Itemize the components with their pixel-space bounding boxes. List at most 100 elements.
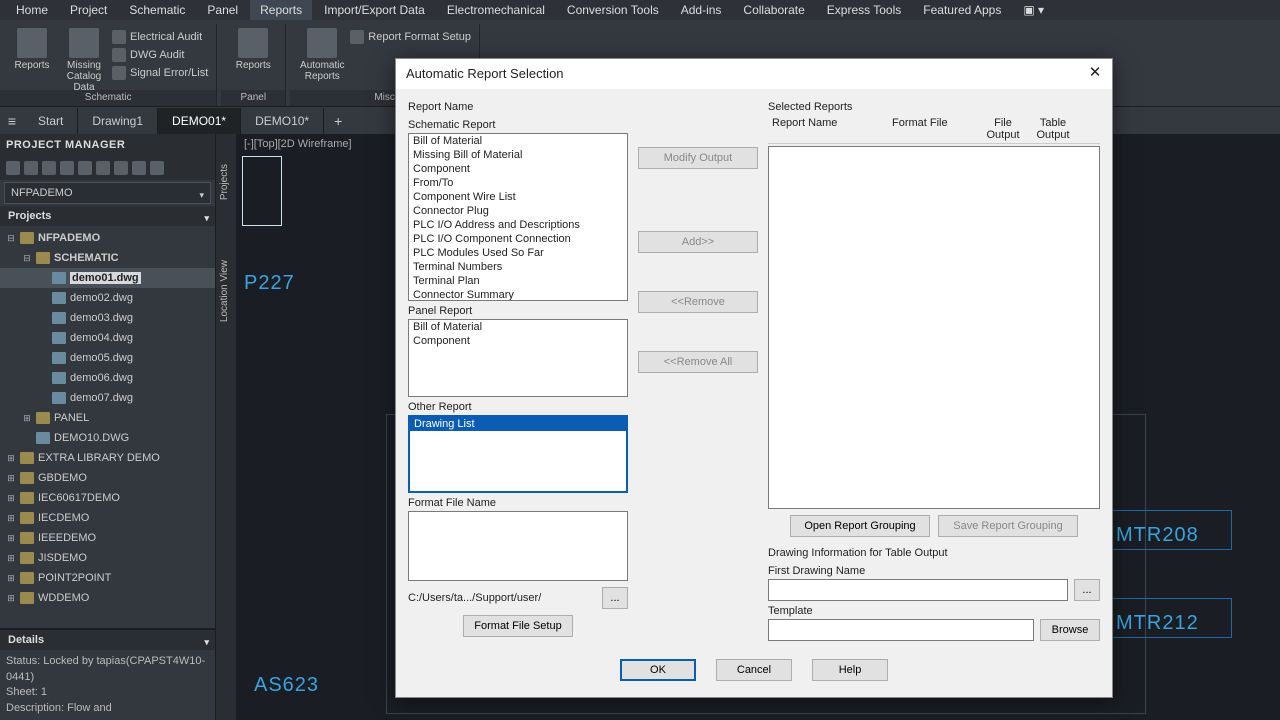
list-item[interactable]: PLC I/O Component Connection — [409, 232, 627, 246]
modify-output-button[interactable]: Modify Output — [638, 147, 758, 169]
panel-report-list[interactable]: Bill of MaterialComponent — [408, 319, 628, 397]
tool-icon[interactable] — [150, 161, 164, 175]
browse-button[interactable]: Browse — [1040, 619, 1100, 641]
menu-import-export-data[interactable]: Import/Export Data — [314, 0, 435, 20]
projects-section[interactable]: Projects — [0, 206, 215, 226]
tree-node[interactable]: demo05.dwg — [0, 348, 215, 368]
project-combo[interactable]: NFPADEMO — [4, 182, 211, 204]
list-item[interactable]: Bill of Material — [409, 134, 627, 148]
tree-node[interactable]: demo07.dwg — [0, 388, 215, 408]
tree-node[interactable]: ⊞JISDEMO — [0, 548, 215, 568]
doc-tab[interactable]: DEMO10* — [241, 108, 324, 134]
hamburger-icon[interactable]: ≡ — [0, 113, 24, 129]
tool-icon[interactable] — [78, 161, 92, 175]
ribbon-electrical-audit[interactable]: Electrical Audit — [112, 28, 208, 46]
ribbon-reports[interactable]: Reports — [8, 24, 56, 93]
open-report-grouping-button[interactable]: Open Report Grouping — [790, 515, 930, 537]
list-item[interactable]: Terminal Numbers — [409, 260, 627, 274]
ribbon-report-format-setup[interactable]: Report Format Setup — [350, 28, 471, 46]
format-file-setup-button[interactable]: Format File Setup — [463, 615, 573, 637]
tool-icon[interactable] — [24, 161, 38, 175]
add-button[interactable]: Add>> — [638, 231, 758, 253]
list-item[interactable]: From/To — [409, 176, 627, 190]
format-file-name-label: Format File Name — [408, 497, 628, 509]
save-report-grouping-button[interactable]: Save Report Grouping — [938, 515, 1078, 537]
menu-panel[interactable]: Panel — [197, 0, 248, 20]
tree-node[interactable]: demo03.dwg — [0, 308, 215, 328]
ok-button[interactable]: OK — [620, 659, 696, 681]
menu-collaborate[interactable]: Collaborate — [733, 0, 814, 20]
selected-reports-list[interactable] — [768, 146, 1100, 509]
first-drawing-input[interactable] — [768, 579, 1068, 601]
menu-reports[interactable]: Reports — [250, 0, 312, 20]
schematic-art — [1106, 510, 1232, 550]
menu-schematic[interactable]: Schematic — [119, 0, 195, 20]
new-tab-icon[interactable]: + — [324, 113, 352, 129]
list-item[interactable]: Component Wire List — [409, 190, 627, 204]
tree-node[interactable]: demo01.dwg — [0, 268, 215, 288]
remove-button[interactable]: <<Remove — [638, 291, 758, 313]
first-drawing-browse-button[interactable]: ... — [1074, 579, 1100, 601]
tree-node[interactable]: ⊟NFPADEMO — [0, 228, 215, 248]
remove-all-button[interactable]: <<Remove All — [638, 351, 758, 373]
close-icon[interactable]: ✕ — [1086, 65, 1104, 83]
cancel-button[interactable]: Cancel — [716, 659, 792, 681]
tree-node[interactable]: ⊞WDDEMO — [0, 588, 215, 608]
tree-node[interactable]: ⊞IEEEDEMO — [0, 528, 215, 548]
ribbon-reports[interactable]: Reports — [229, 24, 277, 71]
help-button[interactable]: Help — [812, 659, 888, 681]
list-item[interactable]: Connector Plug — [409, 204, 627, 218]
tree-node[interactable]: ⊞IEC60617DEMO — [0, 488, 215, 508]
tool-icon[interactable] — [132, 161, 146, 175]
path-browse-button[interactable]: ... — [602, 587, 628, 609]
tree-node[interactable]: DEMO10.DWG — [0, 428, 215, 448]
schematic-report-list[interactable]: Bill of MaterialMissing Bill of Material… — [408, 133, 628, 301]
tree-node[interactable]: ⊟SCHEMATIC — [0, 248, 215, 268]
other-report-list[interactable]: Drawing List — [408, 415, 628, 493]
format-file-list[interactable] — [408, 511, 628, 581]
list-item[interactable]: Component — [409, 334, 627, 348]
tree-node[interactable]: demo02.dwg — [0, 288, 215, 308]
tree-node[interactable]: demo06.dwg — [0, 368, 215, 388]
schematic-art — [242, 156, 282, 226]
ribbon-missing-catalog-data[interactable]: Missing Catalog Data — [60, 24, 108, 93]
menu-project[interactable]: Project — [60, 0, 117, 20]
list-item[interactable]: Terminal Plan — [409, 274, 627, 288]
menu-conversion-tools[interactable]: Conversion Tools — [557, 0, 669, 20]
menu-add-ins[interactable]: Add-ins — [671, 0, 732, 20]
doc-tab[interactable]: Start — [24, 108, 78, 134]
list-item[interactable]: PLC Modules Used So Far — [409, 246, 627, 260]
doc-tab[interactable]: Drawing1 — [78, 108, 158, 134]
template-input[interactable] — [768, 619, 1034, 641]
tool-icon[interactable] — [42, 161, 56, 175]
list-item[interactable]: Bill of Material — [409, 320, 627, 334]
list-item[interactable]: Component — [409, 162, 627, 176]
list-item[interactable]: Missing Bill of Material — [409, 148, 627, 162]
tree-node[interactable]: ⊞EXTRA LIBRARY DEMO — [0, 448, 215, 468]
tool-icon[interactable] — [60, 161, 74, 175]
menu-express-tools[interactable]: Express Tools — [817, 0, 911, 20]
tree-node[interactable]: ⊞IECDEMO — [0, 508, 215, 528]
tree-node[interactable]: ⊞POINT2POINT — [0, 568, 215, 588]
tree-node[interactable]: demo04.dwg — [0, 328, 215, 348]
list-item[interactable]: Drawing List — [410, 417, 626, 431]
tool-icon[interactable] — [6, 161, 20, 175]
automatic-report-dialog: Automatic Report Selection ✕ Report Name… — [395, 58, 1113, 698]
side-tab-location[interactable]: Location View — [216, 230, 233, 352]
menu-more-icon[interactable]: ▣ ▾ — [1013, 0, 1054, 20]
menu-home[interactable]: Home — [6, 0, 58, 20]
doc-tab[interactable]: DEMO01* — [158, 108, 241, 134]
ribbon-signal-error-list[interactable]: Signal Error/List — [112, 64, 208, 82]
list-item[interactable]: Connector Summary — [409, 288, 627, 301]
tool-icon[interactable] — [114, 161, 128, 175]
side-tab-projects[interactable]: Projects — [216, 134, 233, 230]
tool-icon[interactable] — [96, 161, 110, 175]
ribbon-automatic-reports[interactable]: Automatic Reports — [298, 24, 346, 82]
list-item[interactable]: PLC I/O Address and Descriptions — [409, 218, 627, 232]
menu-featured-apps[interactable]: Featured Apps — [913, 0, 1011, 20]
menu-electromechanical[interactable]: Electromechanical — [437, 0, 555, 20]
ribbon-dwg-audit[interactable]: DWG Audit — [112, 46, 208, 64]
tree-node[interactable]: ⊞PANEL — [0, 408, 215, 428]
details-section[interactable]: Details — [0, 630, 215, 650]
tree-node[interactable]: ⊞GBDEMO — [0, 468, 215, 488]
